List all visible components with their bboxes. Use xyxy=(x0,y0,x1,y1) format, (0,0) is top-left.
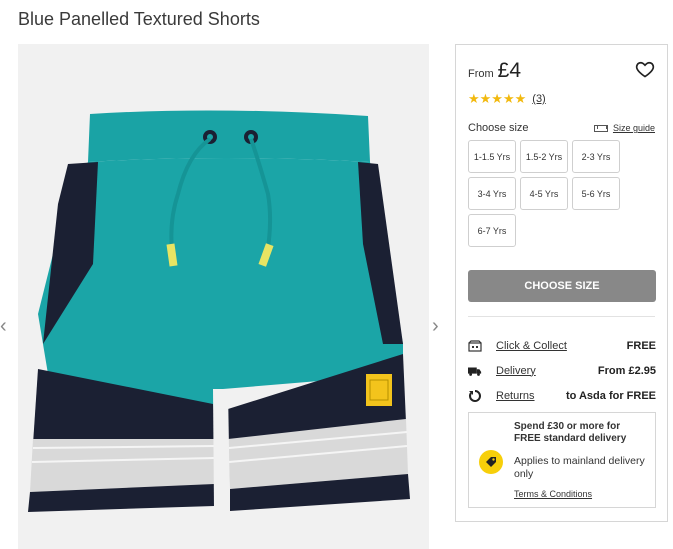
promo-text: Applies to mainland delivery only xyxy=(514,455,645,480)
returns-info: to Asda for FREE xyxy=(565,389,656,402)
delivery-link[interactable]: Delivery xyxy=(496,365,598,377)
size-option-1-1-5[interactable]: 1-1.5 Yrs xyxy=(468,140,516,173)
product-image[interactable] xyxy=(18,44,429,549)
delivery-options: Click & Collect FREE Delivery From £2.95… xyxy=(468,333,656,408)
promo-headline: Spend £30 or more for FREE standard deli… xyxy=(514,421,627,444)
size-option-4-5[interactable]: 4-5 Yrs xyxy=(520,177,568,210)
divider xyxy=(468,316,655,317)
size-option-3-4[interactable]: 3-4 Yrs xyxy=(468,177,516,210)
rating: ★★★★★ (3) xyxy=(468,91,546,107)
delivery-row-delivery: Delivery From £2.95 xyxy=(468,358,656,383)
choose-size-label: Choose size xyxy=(468,122,529,134)
shorts-illustration xyxy=(28,110,410,512)
return-icon xyxy=(468,389,482,403)
product-panel: From £4 ★★★★★ (3) Choose size Size guide… xyxy=(455,44,668,522)
choose-size-button[interactable]: CHOOSE SIZE xyxy=(468,270,656,302)
next-image-arrow[interactable]: › xyxy=(432,316,439,336)
size-guide-label: Size guide xyxy=(612,123,655,133)
truck-icon xyxy=(468,364,482,378)
tag-icon xyxy=(479,450,503,474)
store-icon xyxy=(468,339,482,353)
price-value: £4 xyxy=(497,59,522,82)
heart-icon[interactable] xyxy=(635,59,655,79)
rating-count-link[interactable]: (3) xyxy=(532,93,545,105)
size-options: 1-1.5 Yrs 1.5-2 Yrs 2-3 Yrs 3-4 Yrs 4-5 … xyxy=(468,140,624,247)
returns-link[interactable]: Returns xyxy=(496,390,566,402)
delivery-row-returns: Returns to Asda for FREE xyxy=(468,383,656,408)
click-collect-link[interactable]: Click & Collect xyxy=(496,340,627,352)
size-option-6-7[interactable]: 6-7 Yrs xyxy=(468,214,516,247)
delivery-row-click-collect: Click & Collect FREE xyxy=(468,333,656,358)
size-option-5-6[interactable]: 5-6 Yrs xyxy=(572,177,620,210)
size-option-2-3[interactable]: 2-3 Yrs xyxy=(572,140,620,173)
rating-stars: ★★★★★ xyxy=(468,91,527,106)
click-collect-price: FREE xyxy=(626,339,656,352)
previous-image-arrow[interactable]: ‹ xyxy=(0,316,7,336)
product-title: Blue Panelled Textured Shorts xyxy=(18,9,260,29)
size-guide-link[interactable]: Size guide xyxy=(593,123,655,133)
size-header: Choose size Size guide xyxy=(468,122,655,134)
price: From £4 xyxy=(468,59,521,83)
ruler-icon xyxy=(593,124,608,132)
delivery-price: From £2.95 xyxy=(597,364,656,377)
terms-conditions-link[interactable]: Terms & Conditions xyxy=(514,489,647,499)
free-delivery-promo: Spend £30 or more for FREE standard deli… xyxy=(468,412,656,508)
price-from-label: From xyxy=(468,68,494,80)
size-option-1-5-2[interactable]: 1.5-2 Yrs xyxy=(520,140,568,173)
